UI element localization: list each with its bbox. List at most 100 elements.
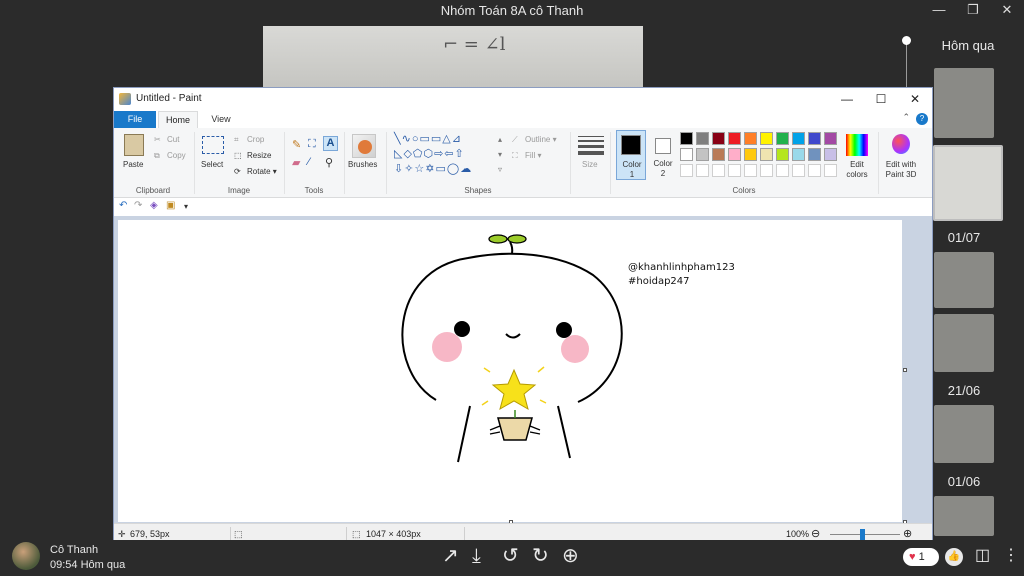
custom-color-swatch[interactable] bbox=[712, 164, 725, 177]
custom-color-swatch[interactable] bbox=[760, 164, 773, 177]
color-swatch[interactable] bbox=[680, 148, 693, 161]
color-swatch[interactable] bbox=[792, 132, 805, 145]
custom-color-swatch[interactable] bbox=[776, 164, 789, 177]
eraser-icon[interactable]: ▰ bbox=[292, 156, 300, 169]
redo-icon[interactable]: ↷ bbox=[134, 200, 142, 211]
shapes-row-1[interactable]: ╲∿○▭▭△⊿ bbox=[394, 132, 462, 147]
fill-icon[interactable]: ⛶ bbox=[308, 138, 316, 151]
thumbnail[interactable] bbox=[934, 405, 994, 463]
select-icon[interactable] bbox=[202, 136, 224, 154]
custom-color-swatch[interactable] bbox=[824, 164, 837, 177]
size-button[interactable]: Size bbox=[582, 160, 598, 169]
paint-close-button[interactable]: ✕ bbox=[898, 88, 932, 110]
color-swatch[interactable] bbox=[808, 148, 821, 161]
resize-handle-right[interactable] bbox=[903, 368, 907, 372]
color-swatch[interactable] bbox=[824, 132, 837, 145]
color-swatch[interactable] bbox=[808, 132, 821, 145]
fill-button[interactable]: ⛶ Fill ▾ bbox=[512, 151, 541, 161]
edit-paint3d-button[interactable]: Edit with Paint 3D bbox=[880, 160, 922, 180]
shapes-row-3[interactable]: ⇩✧☆✡▭◯☁ bbox=[394, 162, 472, 177]
brushes-button[interactable]: Brushes bbox=[348, 160, 377, 169]
resize-button[interactable]: ⬚ Resize bbox=[234, 151, 271, 161]
paste-icon[interactable] bbox=[124, 134, 144, 156]
color-swatch[interactable] bbox=[728, 148, 741, 161]
close-button[interactable]: ✕ bbox=[990, 0, 1024, 22]
color-swatch[interactable] bbox=[744, 132, 757, 145]
download-icon[interactable]: ⤓ bbox=[472, 545, 481, 567]
zoom-out-icon[interactable]: ⊖ bbox=[811, 527, 820, 540]
thumbnail-active[interactable] bbox=[933, 145, 1003, 221]
tab-file[interactable]: File bbox=[114, 111, 156, 128]
canvas[interactable]: @khanhlinhpham123 #hoidap247 bbox=[118, 220, 902, 522]
like-icon[interactable]: 👍 bbox=[945, 548, 963, 566]
color-swatch[interactable] bbox=[696, 132, 709, 145]
select-button[interactable]: Select bbox=[201, 160, 223, 169]
color-swatch[interactable] bbox=[760, 132, 773, 145]
edit-colors-button[interactable]: Edit colors bbox=[842, 160, 872, 180]
custom-color-swatch[interactable] bbox=[808, 164, 821, 177]
brushes-icon[interactable] bbox=[352, 134, 376, 158]
custom-color-swatch[interactable] bbox=[696, 164, 709, 177]
thumbnail[interactable] bbox=[934, 68, 994, 138]
undo-icon[interactable]: ↶ bbox=[119, 200, 127, 211]
paint-maximize-button[interactable]: ☐ bbox=[864, 88, 898, 110]
thumbnail[interactable] bbox=[934, 252, 994, 308]
color-swatch[interactable] bbox=[760, 148, 773, 161]
rotate-button[interactable]: ⟳ Rotate ▾ bbox=[234, 167, 277, 177]
paint3d-icon[interactable] bbox=[892, 134, 910, 154]
cut-button[interactable]: ✂ Cut bbox=[154, 135, 179, 145]
custom-color-swatch[interactable] bbox=[744, 164, 757, 177]
timeline-dot[interactable] bbox=[902, 36, 911, 45]
rotate-right-icon[interactable]: ↻ bbox=[532, 545, 549, 567]
reaction-count[interactable]: ♥ 1 bbox=[903, 548, 939, 566]
restore-button[interactable]: ❐ bbox=[956, 0, 990, 22]
edit-colors-icon[interactable] bbox=[846, 134, 868, 156]
thumbnail[interactable] bbox=[934, 496, 994, 536]
rotate-left-icon[interactable]: ↺ bbox=[502, 545, 519, 567]
color-swatch[interactable] bbox=[824, 148, 837, 161]
layout-icon[interactable]: ◫ bbox=[975, 545, 990, 567]
save-icon[interactable]: ▣ bbox=[166, 200, 175, 211]
pencil-icon[interactable]: ✎ bbox=[292, 138, 301, 151]
color-swatch[interactable] bbox=[712, 132, 725, 145]
color-swatch[interactable] bbox=[728, 132, 741, 145]
zoom-slider-thumb[interactable] bbox=[860, 529, 865, 540]
paint3d-qat-icon[interactable]: ◈ bbox=[150, 200, 158, 211]
custom-color-swatch[interactable] bbox=[728, 164, 741, 177]
shapes-row-2[interactable]: ◺◇⬠⬡⇨⇦⇧ bbox=[394, 147, 465, 162]
outline-button[interactable]: ⟋ Outline ▾ bbox=[512, 135, 557, 145]
qat-customize-icon[interactable]: ▾ bbox=[184, 202, 188, 211]
size-icon[interactable] bbox=[578, 134, 604, 155]
zoom-in-icon[interactable]: ⊕ bbox=[562, 545, 579, 567]
more-icon[interactable]: ⋮ bbox=[1003, 545, 1019, 567]
collapse-ribbon-icon[interactable]: ⌃ bbox=[902, 112, 910, 123]
share-icon[interactable]: ↗ bbox=[442, 545, 459, 567]
color-swatch[interactable] bbox=[776, 148, 789, 161]
zoom-in-icon[interactable]: ⊕ bbox=[903, 527, 912, 540]
color-swatch[interactable] bbox=[712, 148, 725, 161]
copy-button[interactable]: ⧉ Copy bbox=[154, 151, 186, 161]
paint-minimize-button[interactable]: — bbox=[830, 88, 864, 110]
color2-button[interactable]: Color 2 bbox=[648, 130, 678, 180]
shapes-scroll[interactable]: ▴ ▾ ▿ bbox=[498, 132, 502, 177]
minimize-button[interactable]: — bbox=[922, 0, 956, 22]
thumbnail[interactable] bbox=[934, 314, 994, 372]
custom-color-swatch[interactable] bbox=[680, 164, 693, 177]
custom-color-swatch[interactable] bbox=[792, 164, 805, 177]
color-swatch[interactable] bbox=[792, 148, 805, 161]
color-swatch[interactable] bbox=[744, 148, 757, 161]
magnifier-icon[interactable]: ⚲ bbox=[325, 156, 333, 169]
tab-home[interactable]: Home bbox=[158, 111, 198, 128]
text-icon[interactable]: A bbox=[323, 136, 338, 151]
paste-button[interactable]: Paste bbox=[123, 160, 143, 169]
avatar[interactable] bbox=[12, 542, 40, 570]
color-picker-icon[interactable]: ⁄ bbox=[308, 156, 310, 168]
color1-button[interactable]: Color 1 bbox=[616, 130, 646, 180]
tab-view[interactable]: View bbox=[204, 111, 238, 128]
color-swatch[interactable] bbox=[696, 148, 709, 161]
help-icon[interactable]: ? bbox=[916, 113, 928, 125]
crop-button[interactable]: ⌗ Crop bbox=[234, 135, 264, 145]
zoom-slider-track[interactable] bbox=[830, 534, 900, 535]
color-swatch[interactable] bbox=[680, 132, 693, 145]
color-swatch[interactable] bbox=[776, 132, 789, 145]
